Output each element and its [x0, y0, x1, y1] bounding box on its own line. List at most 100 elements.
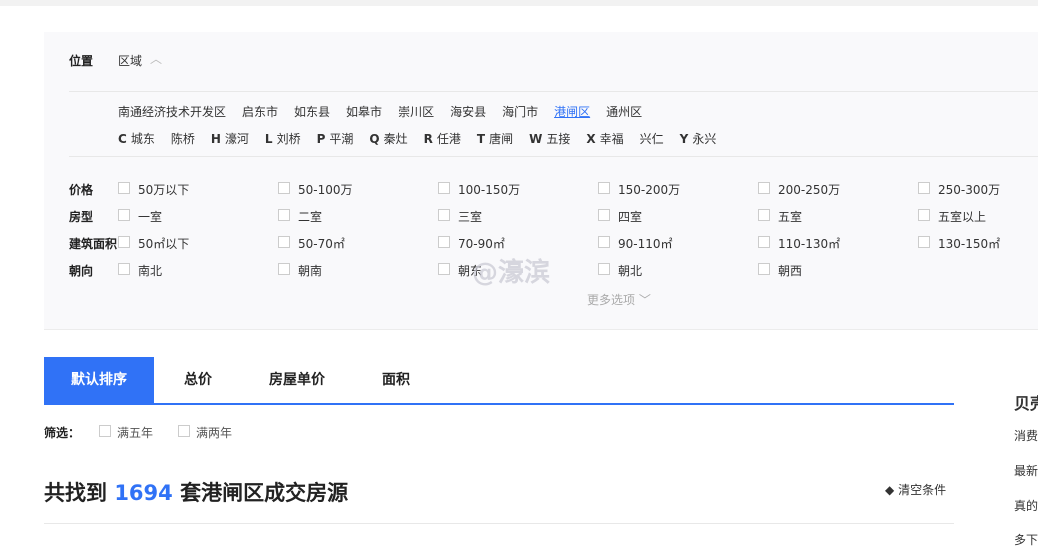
checkbox-two-years[interactable]	[178, 425, 190, 437]
filter-checkbox[interactable]	[278, 209, 290, 221]
more-options-button[interactable]: 更多选项 ﹀	[587, 291, 651, 308]
filter-checkbox[interactable]	[278, 182, 290, 194]
filter-option[interactable]: 五室	[778, 208, 802, 225]
district-link[interactable]: 通州区	[606, 105, 642, 119]
result-heading: 共找到 1694 套港闸区成交房源	[44, 477, 348, 507]
area-link[interactable]: P 平潮	[317, 132, 354, 146]
filter-option[interactable]: 250-300万	[938, 181, 1000, 198]
area-name: 永兴	[692, 132, 717, 146]
filter-checkbox[interactable]	[118, 209, 130, 221]
filter-option[interactable]: 90-110㎡	[618, 235, 673, 252]
eraser-icon: ◆	[885, 483, 895, 497]
region-mode-toggle[interactable]: 区域	[118, 52, 142, 69]
filter-checkbox[interactable]	[918, 182, 930, 194]
filter-option[interactable]: 朝南	[298, 262, 322, 279]
filter-option[interactable]: 朝北	[618, 262, 642, 279]
sidebar-item[interactable]: 消费	[1014, 427, 1038, 444]
area-name: 陈桥	[170, 132, 195, 146]
filter-checkbox[interactable]	[758, 209, 770, 221]
district-link[interactable]: 启东市	[242, 105, 278, 119]
area-link[interactable]: Y 永兴	[680, 132, 717, 146]
district-link[interactable]: 南通经济技术开发区	[118, 105, 226, 119]
filter-option[interactable]: 朝西	[778, 262, 802, 279]
filter-checkbox[interactable]	[598, 182, 610, 194]
divider	[44, 523, 954, 524]
sidebar-item[interactable]: 真的	[1014, 497, 1038, 514]
watermark: @濠滨	[472, 258, 551, 288]
area-link[interactable]: X 幸福	[586, 132, 623, 146]
divider	[69, 91, 1038, 92]
filter-checkbox[interactable]	[758, 182, 770, 194]
area-link[interactable]: Q 秦灶	[369, 132, 407, 146]
filter-option[interactable]: 200-250万	[778, 181, 840, 198]
sidebar-item[interactable]: 多下	[1014, 531, 1038, 548]
clear-label: 清空条件	[898, 483, 947, 497]
filter-checkbox[interactable]	[118, 263, 130, 275]
filter-checkbox[interactable]	[438, 236, 450, 248]
filter-option[interactable]: 50-100万	[298, 181, 353, 198]
filter-option[interactable]: 二室	[298, 208, 322, 225]
area-name: 唐闸	[489, 132, 514, 146]
clear-conditions-button[interactable]: ◆ 清空条件	[885, 481, 946, 498]
area-letter: Q	[369, 132, 380, 146]
filter-option[interactable]: 50万以下	[138, 181, 189, 198]
filter-option[interactable]: 四室	[618, 208, 642, 225]
divider	[69, 156, 1038, 157]
area-link[interactable]: H 濠河	[211, 132, 249, 146]
filter-option[interactable]: 三室	[458, 208, 482, 225]
filter-option[interactable]: 一室	[138, 208, 162, 225]
checkbox-five-years[interactable]	[99, 425, 111, 437]
district-link[interactable]: 如东县	[294, 105, 330, 119]
filter-option[interactable]: 70-90㎡	[458, 235, 505, 252]
filter-checkbox[interactable]	[438, 209, 450, 221]
filter-checkbox[interactable]	[758, 263, 770, 275]
filter-checkbox[interactable]	[278, 236, 290, 248]
filter-checkbox[interactable]	[118, 182, 130, 194]
area-link[interactable]: T 唐闸	[477, 132, 513, 146]
tab-sort[interactable]: 默认排序	[44, 357, 154, 404]
chevron-up-icon[interactable]: ︿	[150, 50, 162, 67]
filter-checkbox[interactable]	[598, 236, 610, 248]
filter-checkbox[interactable]	[438, 182, 450, 194]
area-link[interactable]: 陈桥	[171, 132, 195, 146]
district-link[interactable]: 海安县	[450, 105, 486, 119]
result-suffix: 套港闸区成交房源	[180, 481, 349, 505]
tab-sort[interactable]: 房屋单价	[242, 357, 352, 404]
area-link[interactable]: W 五接	[529, 132, 570, 146]
filter-option[interactable]: 130-150㎡	[938, 235, 1000, 252]
sidebar-item[interactable]: 最新	[1014, 462, 1038, 479]
filter-option[interactable]: 五室以上	[938, 208, 986, 225]
filter-checkbox[interactable]	[758, 236, 770, 248]
filter-checkbox[interactable]	[918, 209, 930, 221]
filter-label: 朝向	[69, 264, 94, 278]
area-name: 幸福	[599, 132, 624, 146]
area-name: 城东	[130, 132, 155, 146]
filter-option[interactable]: 50-70㎡	[298, 235, 345, 252]
filter-checkbox[interactable]	[918, 236, 930, 248]
area-link[interactable]: R 任港	[424, 132, 461, 146]
district-list: 南通经济技术开发区 启东市 如东县 如皋市 崇川区 海安县 海门市 港闸区 通州区	[118, 103, 658, 120]
filter-checkbox[interactable]	[278, 263, 290, 275]
filter-option[interactable]: 南北	[138, 262, 162, 279]
tab-sort[interactable]: 面积	[352, 357, 440, 404]
area-link[interactable]: 兴仁	[640, 132, 664, 146]
area-list: C 城东 陈桥 H 濠河 L 刘桥 P 平潮 Q 秦灶 R 任港 T 唐闸 W 五接 X 幸福 兴仁 Y 永兴	[118, 130, 732, 147]
district-link[interactable]: 如皋市	[346, 105, 382, 119]
filter-option[interactable]: 50㎡以下	[138, 235, 189, 252]
district-link[interactable]: 崇川区	[398, 105, 434, 119]
filter-option[interactable]: 150-200万	[618, 181, 680, 198]
area-link[interactable]: C 城东	[118, 132, 155, 146]
tab-underline	[44, 403, 954, 405]
district-link[interactable]: 港闸区	[554, 105, 590, 119]
filter-checkbox[interactable]	[118, 236, 130, 248]
tab-sort[interactable]: 总价	[154, 357, 242, 404]
filter-option[interactable]: 100-150万	[458, 181, 520, 198]
filter-checkbox[interactable]	[438, 263, 450, 275]
district-link[interactable]: 海门市	[502, 105, 538, 119]
filter-checkbox[interactable]	[598, 209, 610, 221]
chevron-down-icon: ﹀	[638, 293, 651, 307]
area-link[interactable]: L 刘桥	[265, 132, 301, 146]
filter-checkbox[interactable]	[598, 263, 610, 275]
filter-option[interactable]: 110-130㎡	[778, 235, 840, 252]
result-prefix: 共找到	[44, 481, 107, 505]
